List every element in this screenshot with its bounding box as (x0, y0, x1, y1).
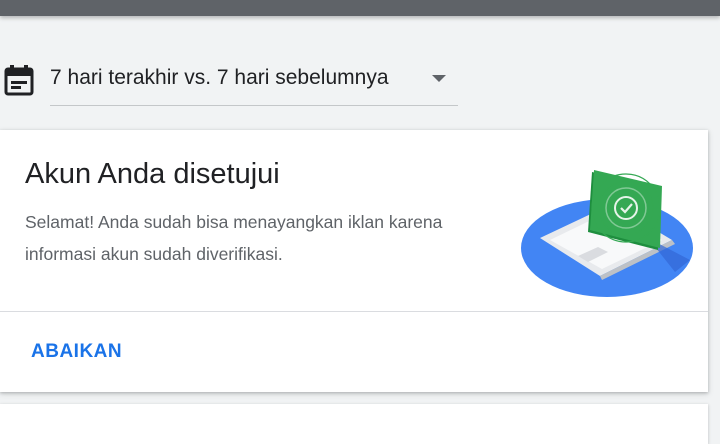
next-card (0, 404, 708, 444)
calendar-icon (4, 65, 34, 96)
laptop-verified-illustration (521, 170, 693, 297)
arrow-drop-down-icon (432, 75, 446, 82)
card-title: Akun Anda disetujui (25, 158, 280, 190)
card-divider (0, 311, 708, 312)
date-range-label: 7 hari terakhir vs. 7 hari sebelumnya (50, 66, 389, 89)
date-range-dropdown[interactable]: 7 hari terakhir vs. 7 hari sebelumnya (50, 54, 458, 106)
dismiss-button[interactable]: ABAIKAN (31, 341, 122, 363)
card-message: Selamat! Anda sudah bisa menayangkan ikl… (25, 212, 443, 264)
account-approved-card: Akun Anda disetujui Selamat! Anda sudah … (0, 130, 708, 392)
app-top-bar (0, 0, 720, 16)
date-range-row: 7 hari terakhir vs. 7 hari sebelumnya (0, 54, 720, 106)
